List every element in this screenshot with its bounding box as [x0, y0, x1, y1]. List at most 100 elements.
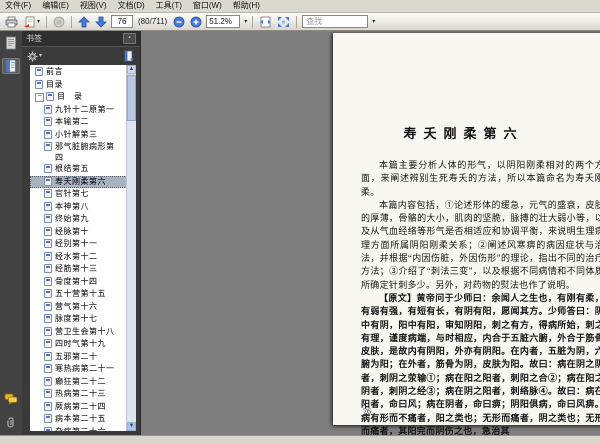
comments-panel-tab[interactable]: [2, 391, 20, 407]
bookmark-item[interactable]: − 邪气脏腑病形第四: [30, 141, 127, 163]
bookmark-item[interactable]: − 目录: [30, 79, 127, 92]
menu-item[interactable]: 帮助(H): [233, 0, 260, 12]
bookmark-item[interactable]: − 前言: [30, 66, 127, 79]
bookmark-item[interactable]: − 四时气第十九: [30, 338, 127, 351]
bookmark-item[interactable]: − 小针解第三: [30, 129, 127, 142]
main-area: 书签 ▪ ▾ 前言 目录 − 目 录 九针十二原第一 本输第二 小针解第三 邪气…: [0, 31, 600, 435]
bookmark-item[interactable]: − 营卫生会第十八: [30, 326, 127, 339]
bookmark-item[interactable]: − 五邪第二十: [30, 351, 127, 364]
review-tracker-icon: [53, 16, 65, 27]
bookmark-item[interactable]: − 杂病第二十六: [30, 426, 127, 432]
next-page-button[interactable]: [94, 15, 108, 29]
bookmarks-scrollbar[interactable]: ▲ ▼: [126, 65, 136, 431]
bookmark-label: 病本第二十五: [55, 414, 106, 423]
email-button[interactable]: ▾: [22, 15, 41, 29]
bookmark-item[interactable]: − 经水第十二: [30, 251, 127, 264]
bookmark-item[interactable]: − 官针第七: [30, 188, 127, 201]
bookmark-page-icon: [44, 104, 52, 114]
bookmark-label: 杂病第二十六: [55, 426, 106, 432]
comments-panel-icon: [4, 393, 18, 405]
bookmark-label: 终始第九: [55, 214, 89, 223]
status-bar: [0, 435, 600, 444]
page-number-input[interactable]: [111, 15, 134, 28]
options-button[interactable]: ▾: [27, 51, 42, 62]
review-tracker-button[interactable]: [52, 15, 66, 29]
bookmark-item[interactable]: − 目 录: [30, 91, 127, 104]
expand-current-bookmark-button[interactable]: [123, 50, 135, 62]
bookmark-item[interactable]: − 九针十二原第一: [30, 104, 127, 117]
scrollbar-thumb[interactable]: [127, 75, 136, 121]
fit-width-button[interactable]: [258, 15, 273, 29]
scroll-down-button[interactable]: ▼: [127, 422, 136, 431]
bookmark-label: 经筋第十三: [55, 264, 98, 273]
bookmark-item[interactable]: − 五十营第十五: [30, 288, 127, 301]
toolbar: ▾ (80/711): [0, 13, 600, 31]
bookmark-item[interactable]: − 经别第十一: [30, 238, 127, 251]
bookmark-item[interactable]: − 骨度第十四: [30, 276, 127, 289]
bookmark-label: 本输第二: [55, 117, 89, 126]
email-dropdown-caret[interactable]: ▾: [37, 19, 40, 25]
bookmark-page-icon: [44, 142, 52, 151]
bookmark-label: 目录: [46, 79, 63, 89]
bookmark-item[interactable]: − 癫狂第二十二: [30, 376, 127, 389]
bookmark-item[interactable]: − 本神第八: [30, 201, 127, 214]
bookmark-page-icon: [44, 129, 52, 139]
menu-item[interactable]: 窗口(W): [193, 0, 222, 12]
scroll-up-button[interactable]: ▲: [127, 65, 136, 74]
bookmark-page-icon: [44, 326, 52, 336]
bookmark-item[interactable]: − 脉度第十七: [30, 313, 127, 326]
bookmark-item[interactable]: − 热病第二十三: [30, 388, 127, 401]
bookmark-label: 癫狂第二十二: [55, 376, 106, 386]
bookmark-page-icon: [44, 214, 52, 223]
zoom-dropdown-caret[interactable]: ▾: [244, 19, 247, 25]
bookmark-item[interactable]: − 经筋第十三: [30, 263, 127, 276]
bookmark-label: 经别第十一: [55, 239, 98, 248]
bookmarks-list: − 前言 − 目录 − 目 录 −: [30, 66, 127, 431]
bookmark-item[interactable]: − 根结第五: [30, 163, 127, 176]
bookmarks-panel-title: 书签: [26, 34, 42, 43]
fit-page-button[interactable]: [276, 15, 291, 29]
print-button[interactable]: [4, 15, 19, 29]
bookmarks-panel-tab[interactable]: [2, 58, 20, 74]
bookmark-page-icon: [44, 351, 52, 361]
zoom-in-button[interactable]: [189, 15, 203, 29]
previous-page-button[interactable]: [77, 15, 91, 29]
bookmark-label: 邪气脏腑病形第四: [55, 142, 115, 162]
find-input[interactable]: [302, 15, 369, 28]
toolbar-separator: [46, 15, 48, 28]
bookmark-page-icon: [44, 389, 52, 398]
menu-item[interactable]: 文件(F): [5, 0, 31, 12]
bookmark-label: 脉度第十七: [55, 314, 98, 323]
zoom-out-icon: [173, 16, 185, 27]
zoom-out-button[interactable]: [172, 15, 186, 29]
bookmark-item[interactable]: − 营气第十六: [30, 301, 127, 314]
bookmark-page-icon: [44, 201, 52, 211]
body-paragraph: 本篇主要分析人体的形气，以阴阳刚柔相对的两个方面，来阐述辨别生死寿夭的方法，所以…: [361, 160, 600, 197]
chapter-title: 寿夭刚柔第六: [403, 126, 524, 141]
bookmark-item[interactable]: − 寒热病第二十一: [30, 363, 127, 376]
zoom-level-input[interactable]: [206, 15, 241, 28]
bookmark-item[interactable]: − 厥病第二十四: [30, 401, 127, 414]
document-viewer[interactable]: 寿夭刚柔第六 本篇主要分析人体的形气，以阴阳刚柔相对的两个方面，来阐述辨别生死寿…: [141, 31, 600, 435]
bookmark-label: 营气第十六: [55, 301, 98, 311]
nav-tab-strip: [0, 31, 22, 435]
menu-item[interactable]: 工具(T): [156, 0, 182, 12]
menu-item[interactable]: 视图(V): [80, 0, 107, 12]
collapse-expander-icon[interactable]: −: [35, 93, 44, 102]
menu-item[interactable]: 文档(D): [118, 0, 145, 12]
menu-item[interactable]: 编辑(E): [42, 0, 69, 12]
document-page: 寿夭刚柔第六 本篇主要分析人体的形气，以阴阳刚柔相对的两个方面，来阐述辨别生死寿…: [333, 33, 600, 435]
bookmark-page-icon: [44, 251, 52, 261]
bookmark-item[interactable]: − 本输第二: [30, 116, 127, 129]
bookmark-item[interactable]: − 终始第九: [30, 213, 127, 226]
attachments-panel-tab[interactable]: [2, 414, 20, 430]
bookmark-item[interactable]: − 寿夭刚柔第六: [30, 175, 127, 188]
pages-panel-tab[interactable]: [2, 35, 20, 51]
bookmark-label: 经脉第十: [55, 226, 89, 236]
find-dropdown-caret[interactable]: ▾: [372, 19, 375, 25]
panel-menu-button[interactable]: ▪: [123, 33, 136, 44]
bookmark-page-icon: [44, 364, 52, 373]
email-icon: [24, 16, 35, 27]
bookmark-item[interactable]: − 病本第二十五: [30, 413, 127, 426]
bookmark-item[interactable]: − 经脉第十: [30, 226, 127, 239]
